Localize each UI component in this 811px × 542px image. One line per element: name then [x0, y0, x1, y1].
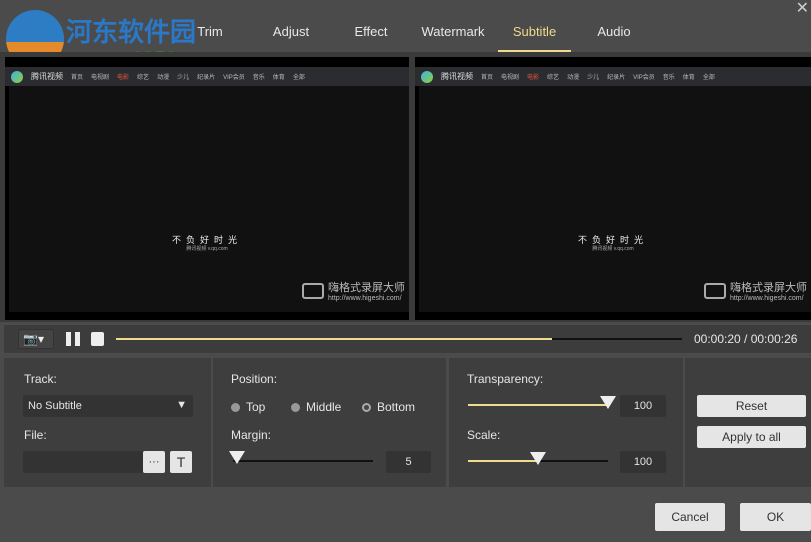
apply-to-all-button[interactable]: Apply to all	[697, 426, 806, 448]
snapshot-button[interactable]: 📷▾	[18, 329, 54, 349]
track-select[interactable]: No Subtitle ▼	[23, 395, 193, 417]
video-center-sub: 腾讯视频 v.qq.com	[592, 246, 634, 252]
transparency-slider-thumb[interactable]	[600, 396, 616, 409]
camera-icon	[302, 282, 324, 299]
chevron-down-icon: ▼	[176, 399, 187, 411]
video-nav: 腾讯视频 首页 电视剧 电影 综艺 动漫 少儿 纪录片 VIP会员 音乐 体育 全部	[415, 67, 811, 86]
transparency-value[interactable]: 100	[620, 395, 666, 417]
video-nav-item: VIP会员	[633, 75, 655, 81]
preview-area: 腾讯视频 首页 电视剧 电影 综艺 动漫 少儿 纪录片 VIP会员 音乐 体育 全部 不负好时光 腾…	[0, 52, 811, 322]
video-nav-item: 电影	[527, 75, 540, 81]
video-nav-item: 少儿	[177, 75, 190, 81]
seek-progress	[116, 338, 552, 340]
margin-slider[interactable]	[233, 460, 373, 462]
video-nav-item: 纪录片	[197, 75, 216, 81]
video-nav-item: 音乐	[252, 75, 265, 81]
browse-button[interactable]: ···	[143, 451, 165, 473]
camera-icon	[704, 282, 726, 299]
track-panel: Track: No Subtitle ▼ File: ··· T	[4, 358, 211, 487]
video-nav-item: 纪录片	[607, 75, 626, 81]
track-label: Track:	[24, 372, 57, 386]
video-logo-icon	[421, 70, 433, 83]
transparency-fill	[468, 404, 608, 406]
radio-label: Middle	[306, 400, 342, 414]
actions-panel: Reset Apply to all	[685, 358, 811, 487]
file-input[interactable]	[23, 451, 143, 473]
margin-label: Margin:	[231, 428, 272, 442]
font-button[interactable]: T	[170, 451, 192, 473]
tab-watermark[interactable]: Watermark	[418, 24, 488, 52]
video-nav-item: 动漫	[567, 75, 580, 81]
appearance-panel: Transparency: 100 Scale: 100	[449, 358, 683, 487]
position-label: Position:	[231, 372, 278, 386]
reset-button[interactable]: Reset	[697, 395, 806, 417]
video-nav: 腾讯视频 首页 电视剧 电影 综艺 动漫 少儿 纪录片 VIP会员 音乐 体育 全部	[5, 67, 409, 86]
radio-label: Top	[246, 400, 266, 414]
position-middle-radio[interactable]: Middle	[291, 400, 341, 414]
video-nav-item: 全部	[292, 75, 305, 81]
video-nav-item: 动漫	[157, 75, 170, 81]
video-nav-item: 音乐	[662, 75, 675, 81]
video-watermark: 嗨格式录屏大师 http://www.higeshi.com/	[302, 279, 405, 302]
scale-slider-thumb[interactable]	[530, 452, 546, 465]
video-nav-item: 综艺	[547, 75, 560, 81]
margin-value[interactable]: 5	[386, 451, 431, 473]
video-nav-item: 首页	[71, 75, 84, 81]
scale-value[interactable]: 100	[620, 451, 666, 473]
watermark-url: http://www.higeshi.com/	[730, 295, 804, 302]
watermark-title: 嗨格式录屏大师	[730, 282, 807, 294]
video-nav-item: VIP会员	[223, 75, 245, 81]
scale-label: Scale:	[467, 428, 501, 442]
video-nav-item: 电视剧	[91, 75, 110, 81]
tab-effect[interactable]: Effect	[348, 24, 394, 52]
time-display: 00:00:20 / 00:00:26	[694, 332, 798, 346]
video-nav-item: 全部	[702, 75, 715, 81]
video-nav-item: 体育	[682, 75, 695, 81]
margin-slider-thumb[interactable]	[229, 451, 245, 464]
pause-button[interactable]	[66, 332, 80, 346]
video-watermark: 嗨格式录屏大师 http://www.higeshi.com/	[704, 279, 807, 302]
player-controls: 📷▾ 00:00:20 / 00:00:26	[4, 325, 811, 353]
position-top-radio[interactable]: Top	[231, 400, 265, 414]
site-logo-title: 河东软件园	[66, 18, 197, 48]
close-icon[interactable]: ✕	[796, 0, 809, 18]
tab-audio[interactable]: Audio	[594, 24, 634, 52]
video-nav-item: 首页	[481, 75, 494, 81]
video-site-logo: 腾讯视频	[441, 72, 473, 81]
video-nav-item: 电视剧	[501, 75, 520, 81]
position-panel: Position: Margin: 5	[213, 358, 446, 487]
video-nav-item: 少儿	[587, 75, 600, 81]
watermark-url: http://www.higeshi.com/	[328, 295, 402, 302]
stop-button[interactable]	[91, 332, 104, 346]
original-preview: 腾讯视频 首页 电视剧 电影 综艺 动漫 少儿 纪录片 VIP会员 音乐 体育 全部 不负好时光 腾…	[5, 57, 409, 320]
tab-adjust[interactable]: Adjust	[266, 24, 316, 52]
video-site-logo: 腾讯视频	[31, 72, 63, 81]
tab-trim[interactable]: Trim	[192, 24, 228, 52]
tab-subtitle[interactable]: Subtitle	[498, 24, 571, 52]
output-preview: 腾讯视频 首页 电视剧 电影 综艺 动漫 少儿 纪录片 VIP会员 音乐 体育 全部 不负好时光 腾…	[415, 57, 811, 320]
video-center-sub: 腾讯视频 v.qq.com	[186, 246, 228, 252]
cancel-button[interactable]: Cancel	[655, 503, 725, 531]
transparency-label: Transparency:	[467, 372, 544, 386]
ok-button[interactable]: OK	[740, 503, 811, 531]
video-nav-item: 体育	[272, 75, 285, 81]
radio-label: Bottom	[377, 400, 416, 414]
position-bottom-radio[interactable]: Bottom	[362, 400, 415, 414]
track-value: No Subtitle	[28, 400, 82, 412]
watermark-title: 嗨格式录屏大师	[328, 282, 405, 294]
video-nav-item: 综艺	[137, 75, 150, 81]
file-label: File:	[24, 428, 47, 442]
video-logo-icon	[11, 70, 23, 83]
video-nav-item: 电影	[117, 75, 130, 81]
scale-fill	[468, 460, 538, 462]
